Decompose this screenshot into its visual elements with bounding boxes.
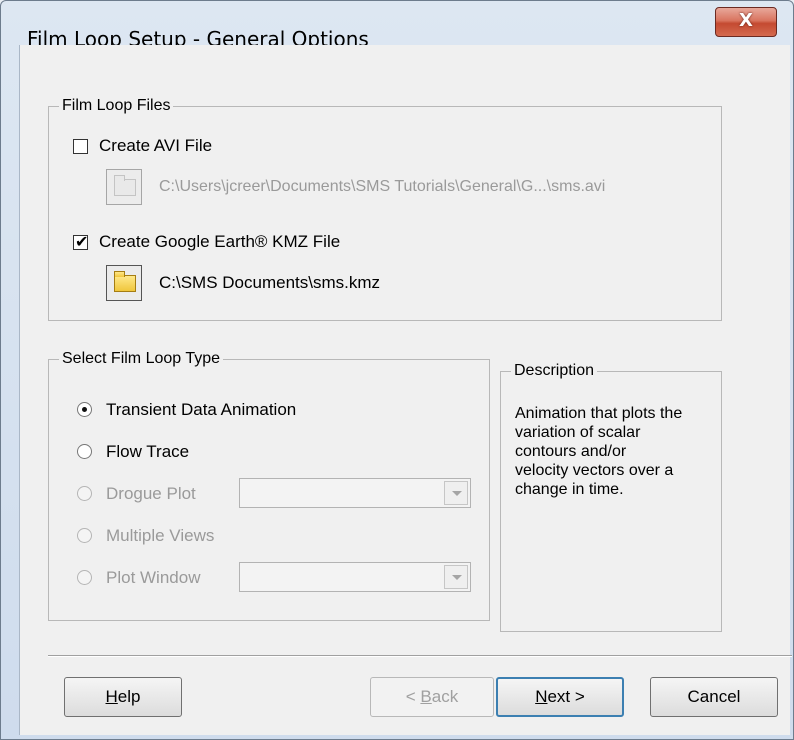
close-icon: X <box>739 10 753 31</box>
dialog-client-area: Film Loop Files Create AVI File C:\Users… <box>19 45 792 735</box>
cancel-button[interactable]: Cancel <box>650 677 778 717</box>
close-button[interactable]: X <box>715 7 777 37</box>
checkmark-icon: ✔ <box>75 232 89 251</box>
title-bar[interactable]: Film Loop Setup - General Options X <box>1 1 793 51</box>
avi-browse-button <box>106 169 142 205</box>
description-label: Description <box>511 361 598 381</box>
flow-trace-label[interactable]: Flow Trace <box>106 442 189 462</box>
help-hotkey: H <box>105 687 118 706</box>
back-label-prefix: < <box>405 687 421 706</box>
radio-transient-data-animation[interactable] <box>77 402 92 417</box>
multiple-views-label: Multiple Views <box>106 526 215 545</box>
transient-data-animation-label[interactable]: Transient Data Animation <box>106 400 296 420</box>
radio-multiple-views <box>77 528 92 543</box>
kmz-browse-button[interactable] <box>106 265 142 301</box>
description-text: Animation that plots the variation of sc… <box>515 405 683 498</box>
create-kmz-checkbox[interactable]: ✔ <box>73 232 89 251</box>
chevron-down-icon <box>444 565 468 589</box>
film-loop-type-group: Select Film Loop Type Transient Data Ani… <box>48 349 490 621</box>
back-label-rest: ack <box>431 687 459 706</box>
back-button: < Back <box>370 677 494 717</box>
description-group: Description Animation that plots the var… <box>500 361 722 632</box>
radio-flow-trace[interactable] <box>77 444 92 459</box>
radio-selected-dot <box>82 407 87 412</box>
dialog-window: Film Loop Setup - General Options X Film… <box>0 0 794 740</box>
folder-icon <box>114 175 136 196</box>
avi-file-path: C:\Users\jcreer\Documents\SMS Tutorials\… <box>159 178 606 195</box>
create-kmz-label[interactable]: Create Google Earth® KMZ File <box>99 232 340 252</box>
drogue-plot-label: Drogue Plot <box>106 484 196 503</box>
film-loop-files-label: Film Loop Files <box>59 96 174 116</box>
create-avi-checkbox[interactable] <box>73 139 88 154</box>
next-label-rest: ext > <box>547 687 585 706</box>
separator-line <box>48 655 792 657</box>
help-label-rest: elp <box>117 687 141 706</box>
film-loop-type-label: Select Film Loop Type <box>59 349 224 369</box>
drogue-plot-select <box>239 478 471 508</box>
help-button[interactable]: Help <box>64 677 182 717</box>
create-avi-label[interactable]: Create AVI File <box>99 136 212 156</box>
back-hotkey: B <box>420 687 432 706</box>
radio-drogue-plot <box>77 486 92 501</box>
plot-window-label: Plot Window <box>106 568 201 587</box>
chevron-down-icon <box>444 481 468 505</box>
film-loop-files-group: Film Loop Files Create AVI File C:\Users… <box>48 96 722 321</box>
folder-icon <box>114 271 136 292</box>
radio-plot-window <box>77 570 92 585</box>
next-button[interactable]: Next > <box>496 677 624 717</box>
plot-window-select <box>239 562 471 592</box>
next-hotkey: N <box>535 687 548 706</box>
kmz-file-path: C:\SMS Documents\sms.kmz <box>159 273 381 292</box>
